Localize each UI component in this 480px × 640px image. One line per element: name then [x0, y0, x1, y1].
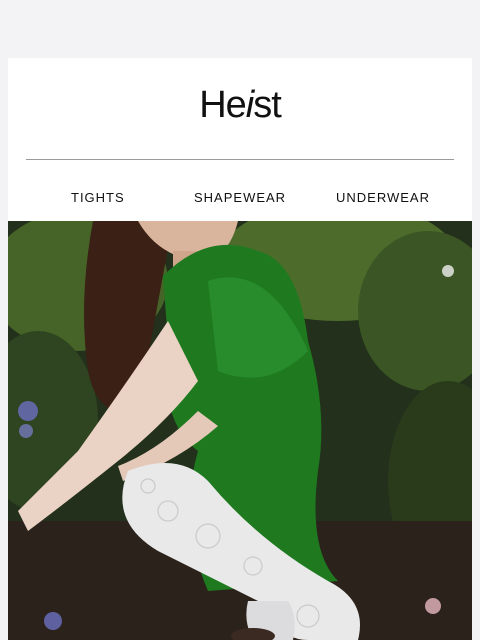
nav-item-tights[interactable]: TIGHTS	[71, 190, 125, 205]
hero-image[interactable]	[8, 221, 472, 640]
brand-logo[interactable]: Heist	[0, 84, 480, 127]
nav-item-shapewear[interactable]: SHAPEWEAR	[194, 190, 286, 205]
logo-text-suffix: st	[253, 84, 282, 126]
nav-item-underwear[interactable]: UNDERWEAR	[336, 190, 430, 205]
hero-illustration	[8, 221, 472, 640]
logo-text-prefix: He	[199, 84, 247, 126]
category-nav: TIGHTS SHAPEWEAR UNDERWEAR	[0, 190, 480, 210]
header-divider	[26, 159, 454, 160]
